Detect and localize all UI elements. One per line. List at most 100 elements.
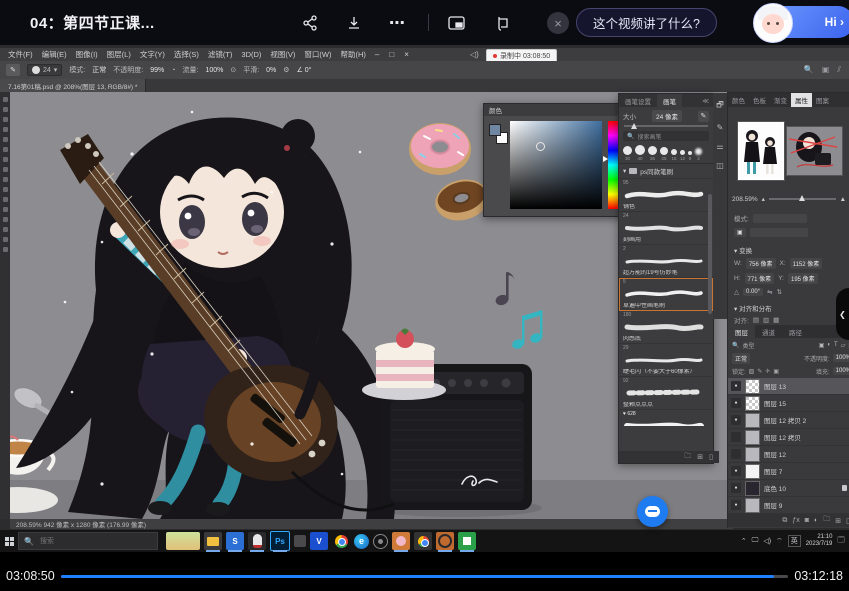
- taskbar-green-app[interactable]: [458, 532, 476, 550]
- zoom-out-icon[interactable]: ▴: [762, 195, 765, 203]
- h-value[interactable]: 771 像素: [745, 273, 775, 284]
- tab-color[interactable]: 颜色: [728, 93, 749, 107]
- taskbar-edge[interactable]: e: [354, 534, 369, 549]
- brush-tool-icon[interactable]: ✎: [6, 64, 20, 76]
- maximize-icon[interactable]: □: [389, 50, 394, 59]
- start-button[interactable]: [0, 530, 18, 552]
- taskbar-chrome[interactable]: [332, 532, 350, 550]
- foreground-background-swatches[interactable]: [489, 124, 505, 144]
- brush-size-value[interactable]: 24 像素: [652, 110, 682, 122]
- angle-value[interactable]: 0.00°: [743, 288, 763, 296]
- brush-item[interactable]: 24 刻画用: [619, 212, 713, 245]
- quick-action-field[interactable]: [750, 228, 808, 237]
- document-tab[interactable]: 7.16第01稿.psd @ 208%(图层 13, RGB/8#) *: [0, 79, 146, 92]
- taskbar-search[interactable]: 🔍: [18, 532, 158, 550]
- tab-gradients[interactable]: 渐变: [770, 93, 791, 107]
- more-options-icon[interactable]: ⋯: [385, 11, 409, 35]
- visibility-eye-icon[interactable]: [731, 432, 741, 442]
- navigator-preview-thumbnail[interactable]: [786, 126, 843, 176]
- ime-indicator[interactable]: 英: [788, 535, 801, 547]
- new-group-icon[interactable]: 🗀: [823, 515, 830, 526]
- tab-swatches[interactable]: 色板: [749, 93, 770, 107]
- brush-item[interactable]: 2 超万能的19号仿妙笔: [619, 245, 713, 278]
- layer-row[interactable]: ● 底色 10: [728, 480, 849, 497]
- layer-opacity-value[interactable]: 100%: [833, 354, 849, 362]
- layer-row[interactable]: ● 图层 12 拷贝 2: [728, 412, 849, 429]
- quick-action-icon[interactable]: ▣: [734, 228, 746, 237]
- opacity-value[interactable]: 99%: [150, 67, 164, 74]
- reference-thumbnail[interactable]: [737, 121, 785, 181]
- airbrush-icon[interactable]: ⊙: [230, 66, 236, 74]
- tray-display-icon[interactable]: 🖵: [752, 537, 759, 545]
- navigator-zoom-value[interactable]: 208.59%: [732, 196, 758, 203]
- taskbar-app[interactable]: [294, 535, 306, 547]
- taskbar-v-app[interactable]: V: [310, 532, 328, 550]
- menu-image[interactable]: 图像(I): [76, 49, 98, 60]
- taskbar-orange-app[interactable]: [392, 532, 410, 550]
- taskbar-photoshop[interactable]: Ps: [270, 531, 290, 551]
- new-brush-icon[interactable]: ⊞: [697, 453, 703, 461]
- brush-item[interactable]: 92 整颗点点点: [619, 377, 713, 410]
- share-icon[interactable]: [298, 11, 322, 35]
- y-value[interactable]: 195 像素: [788, 273, 818, 284]
- side-drawer-handle[interactable]: ❮: [836, 288, 849, 340]
- layer-mask-icon[interactable]: ◙: [805, 517, 809, 524]
- menu-3d[interactable]: 3D(D): [241, 50, 261, 59]
- lock-position-icon[interactable]: ✛: [765, 368, 770, 375]
- brush-folder[interactable]: ▾ ps同款笔刷: [619, 164, 713, 179]
- layer-fill-value[interactable]: 100%: [833, 367, 849, 375]
- brush-panel-icon[interactable]: ✎: [717, 123, 724, 132]
- align-center-icon[interactable]: ▥: [763, 316, 769, 324]
- taskbar-account[interactable]: [373, 534, 388, 549]
- brush-item[interactable]: 29 睫毛闪（不要大于60像素）: [619, 344, 713, 377]
- transform-header[interactable]: ▾ 变换: [734, 245, 752, 255]
- layer-style-icon[interactable]: ƒx: [792, 517, 799, 524]
- brush-item[interactable]: ♥ 628 爱心: [619, 410, 713, 426]
- w-value[interactable]: 756 像素: [746, 258, 776, 269]
- filter-search-icon[interactable]: 🔍: [732, 342, 739, 349]
- tray-network-icon[interactable]: ⌔: [776, 537, 783, 546]
- video-frame[interactable]: 文件(F) 编辑(E) 图像(I) 图层(L) 文字(Y) 选择(S) 滤镜(T…: [0, 45, 849, 552]
- seek-bar[interactable]: [61, 575, 789, 578]
- taskbar-search-input[interactable]: [38, 537, 132, 546]
- visibility-eye-icon[interactable]: ●: [731, 415, 741, 425]
- brush-preset-row[interactable]: 30 40 36 25 15 12 9 2: [619, 141, 713, 164]
- visibility-eye-icon[interactable]: ●: [731, 466, 741, 476]
- delete-brush-icon[interactable]: ▯: [709, 453, 713, 461]
- x-value[interactable]: 1152 像素: [790, 258, 823, 269]
- brush-angle-value[interactable]: ∠ 0°: [297, 66, 312, 74]
- tray-volume-icon[interactable]: ◁): [763, 537, 771, 545]
- tab-patterns[interactable]: 图案: [812, 93, 833, 107]
- chat-float-button[interactable]: [637, 496, 668, 527]
- tab-layers[interactable]: 图层: [728, 325, 755, 338]
- picture-in-picture-icon[interactable]: [444, 11, 468, 35]
- tab-brush-settings[interactable]: 画笔设置: [619, 94, 657, 107]
- ask-ai-button[interactable]: 这个视频讲了什么?: [576, 8, 717, 37]
- filter-pixel-icon[interactable]: ▣: [819, 342, 825, 349]
- tab-brushes[interactable]: 画笔: [657, 94, 682, 107]
- filter-adjust-icon[interactable]: ◐: [827, 342, 831, 349]
- tray-chevron-icon[interactable]: ⌃: [741, 537, 747, 545]
- flip-h-icon[interactable]: ⇋: [767, 288, 772, 296]
- flip-v-icon[interactable]: ⇅: [777, 288, 782, 296]
- align-left-icon[interactable]: ▤: [753, 316, 759, 324]
- pressure-icon[interactable]: ◔: [171, 67, 175, 74]
- visibility-eye-icon[interactable]: ●: [731, 398, 741, 408]
- workspace-icon[interactable]: ▣: [822, 65, 830, 75]
- menu-window[interactable]: 窗口(W): [304, 49, 331, 60]
- brush-item[interactable]: 180 肉感底: [619, 311, 713, 344]
- menu-file[interactable]: 文件(F): [8, 49, 33, 60]
- adjustment-layer-icon[interactable]: ◐: [814, 517, 818, 524]
- align-right-icon[interactable]: ▦: [773, 316, 779, 324]
- filter-type-label[interactable]: 类型: [742, 341, 754, 350]
- lock-transparent-icon[interactable]: ▨: [749, 368, 755, 375]
- brush-item[interactable]: 95 铺色: [619, 179, 713, 212]
- lock-all-icon[interactable]: ▣: [773, 368, 779, 375]
- dismiss-ask-icon[interactable]: ×: [547, 12, 569, 34]
- taskbar-orange-app-2[interactable]: [436, 532, 454, 550]
- lock-pixels-icon[interactable]: ✎: [757, 368, 762, 375]
- menu-layer[interactable]: 图层(L): [107, 49, 131, 60]
- photoshop-toolbar[interactable]: [0, 92, 10, 519]
- taskbar-widget[interactable]: [166, 532, 200, 550]
- brush-size-slider[interactable]: [624, 125, 708, 127]
